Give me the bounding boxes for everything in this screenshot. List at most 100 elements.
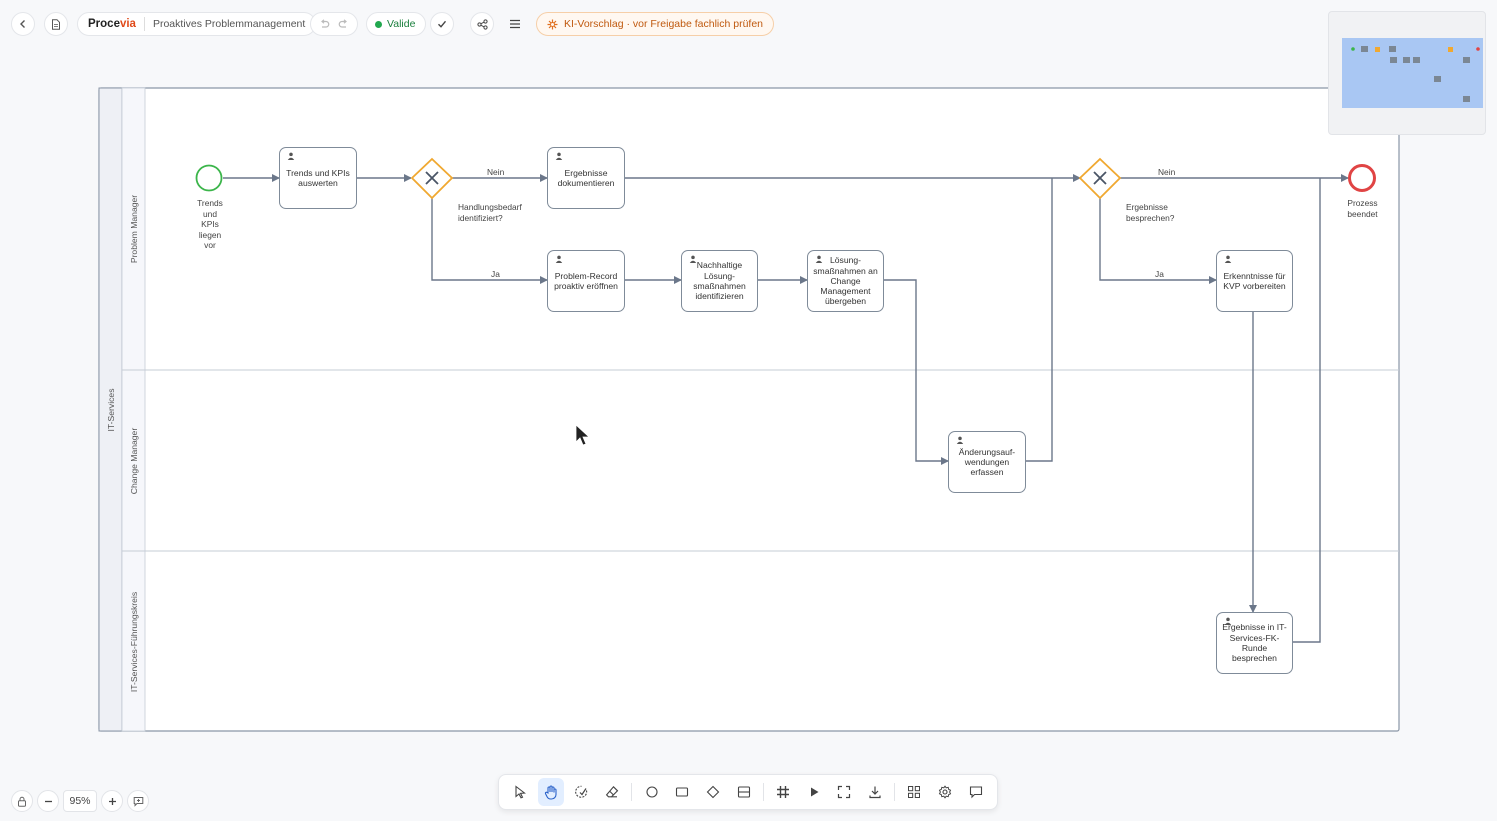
task-problem-record-eroeffnen[interactable]: Problem-Record proaktiv eröffnen (547, 250, 625, 312)
comment-add-button[interactable] (127, 790, 149, 812)
task-aenderungsaufwendungen-erfassen[interactable]: Änderungsauf-wendungen erfassen (948, 431, 1026, 493)
download-icon (869, 786, 881, 799)
zoom-in-button[interactable] (101, 790, 123, 812)
flow-label-g2-no: Nein (1158, 167, 1176, 177)
diagram-canvas[interactable] (0, 0, 1497, 821)
document-button[interactable] (44, 12, 68, 36)
gateway-tool[interactable] (700, 778, 727, 806)
minus-icon (44, 800, 52, 802)
lock-button[interactable] (11, 790, 33, 812)
flow-label-g1-yes: Ja (491, 269, 500, 279)
comments-tool[interactable] (962, 778, 989, 806)
circle-icon (646, 786, 658, 798)
menu-button[interactable] (503, 12, 527, 36)
document-icon (52, 18, 60, 30)
task-an-change-management-uebergeben[interactable]: Lösung-smaßnahmen an Change Management ü… (807, 250, 884, 312)
task-label: Trends und KPIs auswerten (286, 167, 350, 188)
hamburger-menu-icon (510, 19, 520, 29)
end-event-label: Prozess beendet (1347, 198, 1378, 219)
fullscreen-icon (838, 785, 851, 799)
gear-icon (938, 785, 952, 799)
validation-status-label: Valide (387, 18, 416, 30)
flow-label-g2-yes: Ja (1155, 269, 1164, 279)
zoom-level[interactable]: 95% (63, 790, 97, 812)
minimap[interactable] (1328, 11, 1486, 135)
validate-button[interactable] (430, 12, 454, 36)
undo-icon[interactable] (319, 19, 330, 29)
user-task-icon (689, 255, 697, 263)
document-title: Proaktives Problemmanagement (152, 18, 306, 30)
task-label: Änderungsauf-wendungen erfassen (958, 446, 1016, 478)
task-loesungsmassnahmen-identifizieren[interactable]: Nachhaltige Lösung-smaßnahmen identifizi… (681, 250, 758, 312)
undo-redo-group (310, 12, 358, 36)
diamond-icon (706, 785, 720, 799)
task-trends-auswerten[interactable]: Trends und KPIs auswerten (279, 147, 357, 209)
zoom-controls: 95% (11, 790, 149, 812)
lane-label-change-manager: Change Manager (129, 427, 139, 495)
plus-icon (108, 797, 116, 805)
lane-tool[interactable] (730, 778, 757, 806)
apps-tool[interactable] (901, 778, 928, 806)
task-label: Problem-Record proaktiv eröffnen (554, 270, 618, 291)
chevron-left-icon (20, 20, 25, 28)
lane-label-fuehrungskreis: IT-Services-Führungskreis (129, 591, 139, 693)
lane-icon (737, 786, 750, 798)
validation-status[interactable]: Valide (366, 12, 427, 36)
share-button[interactable] (470, 12, 494, 36)
user-task-icon (1224, 255, 1232, 263)
pointer-icon (515, 785, 527, 799)
task-fk-runde-besprechen[interactable]: Ergebnisse in IT-Services-FK-Runde bespr… (1216, 612, 1293, 674)
user-task-icon (287, 152, 295, 160)
document-title-pill[interactable]: Procevia Proaktives Problemmanagement (77, 12, 317, 36)
minimap-shapes (1351, 46, 1480, 102)
hand-tool[interactable] (537, 778, 565, 806)
ai-notice-badge[interactable]: KI-Vorschlag · vor Freigabe fachlich prü… (536, 12, 775, 36)
simulate-tool[interactable] (800, 778, 827, 806)
lasso-icon (574, 785, 587, 798)
sparkle-icon (547, 19, 558, 29)
brand-logo: Procevia (78, 18, 136, 30)
lock-icon (18, 796, 26, 807)
check-icon (438, 20, 447, 28)
comment-icon (969, 786, 982, 799)
start-event-label: Trends und KPIs liegen vor (197, 198, 223, 250)
start-event[interactable] (195, 164, 223, 192)
task-label: Ergebnisse in IT-Services-FK-Runde bespr… (1222, 622, 1287, 664)
pool-label: IT-Services (106, 388, 116, 432)
task-ergebnisse-dokumentieren[interactable]: Ergebnisse dokumentieren (547, 147, 625, 209)
task-label: Ergebnisse dokumentieren (557, 167, 615, 188)
task-label: Nachhaltige Lösung-smaßnahmen identifizi… (693, 260, 746, 302)
event-tool[interactable] (638, 778, 665, 806)
task-tool[interactable] (669, 778, 696, 806)
share-icon (476, 18, 488, 30)
task-kvp-vorbereiten[interactable]: Erkenntnisse für KVP vorbereiten (1216, 250, 1293, 312)
lasso-tool[interactable] (568, 778, 595, 806)
comment-add-icon (133, 796, 143, 807)
task-label: Erkenntnisse für KVP vorbereiten (1223, 270, 1286, 291)
flow-label-g1-no: Nein (487, 167, 505, 177)
play-icon (810, 787, 819, 797)
back-button[interactable] (11, 12, 35, 36)
user-task-icon (815, 255, 823, 263)
user-task-icon (555, 152, 563, 160)
user-task-icon (956, 436, 964, 444)
apps-grid-icon (908, 786, 921, 798)
fit-view-tool[interactable] (831, 778, 858, 806)
gateway-handlungsbedarf-label: Handlungsbedarf identifiziert? (458, 202, 522, 223)
grid-tool[interactable] (770, 778, 797, 806)
download-tool[interactable] (862, 778, 889, 806)
eraser-icon (605, 785, 619, 798)
rectangle-icon (676, 787, 689, 797)
select-tool[interactable] (507, 778, 534, 806)
user-task-icon (1224, 617, 1232, 625)
zoom-out-button[interactable] (37, 790, 59, 812)
user-task-icon (555, 255, 563, 263)
eraser-tool[interactable] (599, 778, 626, 806)
settings-tool[interactable] (932, 778, 959, 806)
brand-main: Proce (88, 18, 120, 30)
redo-icon[interactable] (338, 19, 349, 29)
gateway-ergebnisse-label: Ergebnisse besprechen? (1126, 202, 1175, 223)
hand-icon (544, 784, 557, 800)
lane-label-problem-manager: Problem Manager (129, 194, 139, 264)
end-event[interactable] (1348, 164, 1376, 192)
